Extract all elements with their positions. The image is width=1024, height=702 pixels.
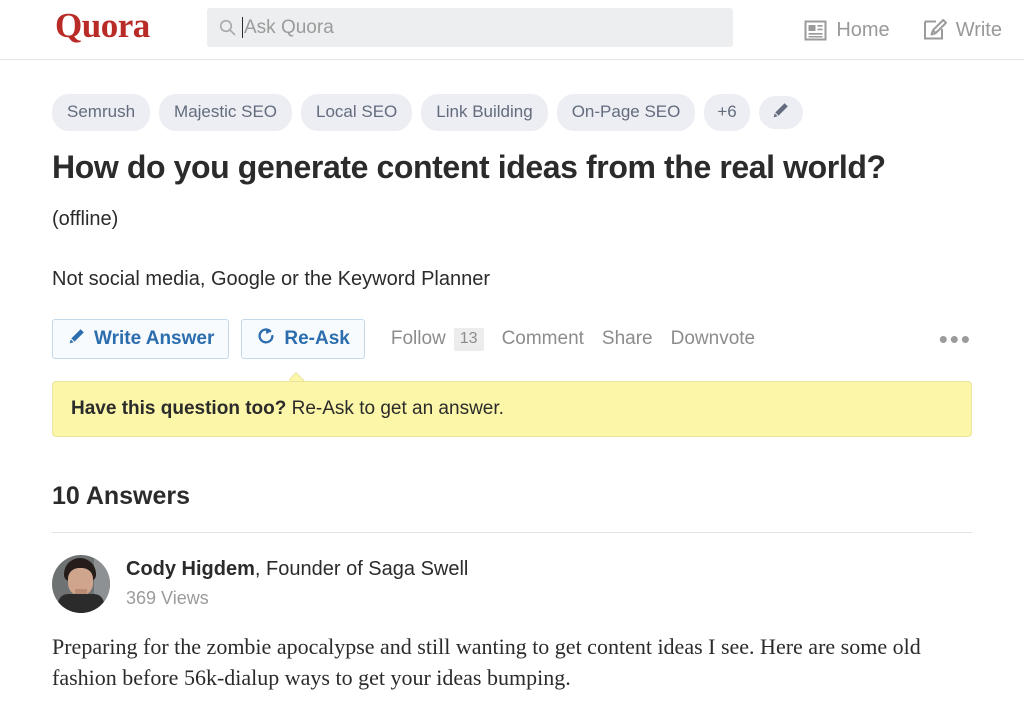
home-article-icon — [803, 18, 828, 43]
topic-tag-majestic-seo[interactable]: Majestic SEO — [159, 94, 293, 131]
answer-author-credential: , Founder of Saga Swell — [254, 558, 469, 581]
write-pencil-icon — [922, 17, 948, 43]
refresh-circle-icon — [256, 326, 276, 352]
answers-heading: 10 Answers — [52, 482, 191, 511]
re-ask-label: Re-Ask — [284, 328, 350, 350]
answer-views: 369 Views — [126, 588, 209, 609]
callout-text: Re-Ask to get an answer. — [286, 398, 504, 420]
topic-tags-more[interactable]: +6 — [704, 94, 750, 131]
pencil-icon — [67, 327, 86, 352]
question-action-bar: Write Answer Re-Ask Follow 13 Comment Sh… — [52, 319, 972, 360]
answer-body: Preparing for the zombie apocalypse and … — [52, 634, 921, 691]
search-input[interactable]: Ask Quora — [207, 8, 733, 47]
answer-author-name[interactable]: Cody Higdem — [126, 558, 255, 580]
question-status: (offline) — [52, 208, 119, 231]
header-nav: Home Write — [803, 0, 1002, 60]
follow-label: Follow — [390, 328, 446, 350]
search-placeholder: Ask Quora — [244, 17, 334, 38]
nav-write[interactable]: Write — [922, 17, 1002, 43]
answer-header: Cody Higdem, Founder of Saga Swell 369 V… — [52, 555, 972, 614]
topic-tag-link-building[interactable]: Link Building — [421, 94, 548, 131]
comment-button[interactable]: Comment — [502, 328, 584, 350]
nav-write-label: Write — [955, 18, 1002, 41]
page-title: How do you generate content ideas from t… — [52, 149, 886, 185]
more-options-button[interactable]: ••• — [939, 326, 972, 352]
follow-button[interactable]: Follow 13 — [390, 327, 484, 351]
search-caret — [242, 17, 243, 38]
answer-author-line: Cody Higdem, Founder of Saga Swell — [126, 557, 468, 582]
question-detail: Not social media, Google or the Keyword … — [52, 268, 491, 291]
topic-tag-local-seo[interactable]: Local SEO — [301, 94, 413, 131]
downvote-button[interactable]: Downvote — [671, 328, 756, 350]
topic-tags: Semrush Majestic SEO Local SEO Link Buil… — [52, 60, 972, 131]
callout-bold-text: Have this question too? — [71, 398, 287, 420]
nav-home-label: Home — [836, 18, 890, 41]
re-ask-callout: Have this question too? Re-Ask to get an… — [52, 381, 972, 438]
secondary-actions: Follow 13 Comment Share Downvote — [390, 327, 756, 351]
topic-tag-on-page-seo[interactable]: On-Page SEO — [556, 94, 696, 131]
quora-logo[interactable]: Quora — [55, 6, 150, 46]
callout-notch — [289, 372, 307, 381]
topic-tag-semrush[interactable]: Semrush — [52, 94, 151, 131]
avatar[interactable] — [52, 555, 110, 614]
answers-divider — [52, 532, 972, 534]
answer-item: Cody Higdem, Founder of Saga Swell 369 V… — [52, 555, 972, 693]
share-button[interactable]: Share — [602, 328, 653, 350]
edit-topics-button[interactable] — [758, 96, 803, 129]
follow-count-badge: 13 — [453, 327, 484, 351]
search-icon — [219, 19, 236, 36]
pencil-icon — [771, 101, 790, 125]
main-content: Semrush Majestic SEO Local SEO Link Buil… — [0, 60, 1024, 694]
write-answer-label: Write Answer — [94, 328, 215, 350]
write-answer-button[interactable]: Write Answer — [52, 319, 230, 360]
site-header: Quora Ask Quora Home Write — [0, 0, 1024, 60]
nav-home[interactable]: Home — [803, 18, 890, 43]
re-ask-button[interactable]: Re-Ask — [241, 319, 365, 360]
